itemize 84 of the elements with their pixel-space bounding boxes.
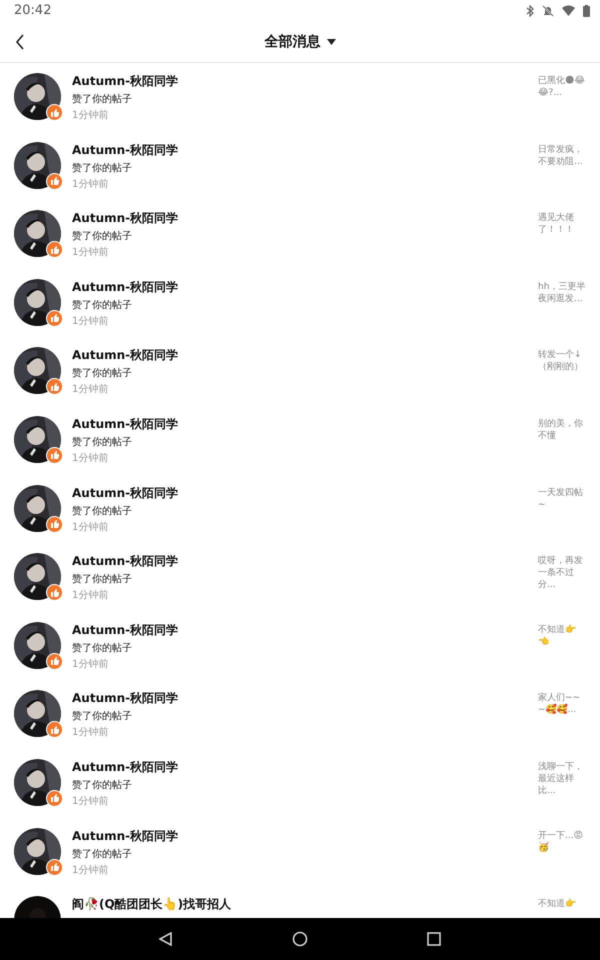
- action-text: 赞了你的帖子: [72, 92, 133, 106]
- thumbs-up-icon: [50, 794, 58, 802]
- time-text: 1分钟前: [72, 108, 110, 122]
- user-name: Autumn-秋陌同学: [72, 347, 180, 364]
- action-text: 赞了你的帖子: [72, 710, 133, 724]
- action-text: 赞了你的帖子: [72, 848, 133, 861]
- message-row[interactable]: Autumn-秋陌同学 赞了你的帖子 1分钟前 家人们~~~🥰🥰...: [0, 680, 600, 749]
- message-row[interactable]: Autumn-秋陌同学 赞了你的帖子 1分钟前 不知道👉👈: [0, 612, 600, 680]
- action-text: 赞了你的帖子: [72, 642, 133, 655]
- action-text: 赞了你的帖子: [72, 298, 133, 312]
- thumbs-up-icon: [50, 177, 58, 186]
- time-text: 1分钟前: [72, 588, 110, 602]
- action-text: 赞了你的帖子: [72, 230, 133, 244]
- post-preview: 不知道👉: [538, 898, 577, 912]
- action-text: 赞了你的帖子: [72, 436, 133, 449]
- post-preview: 一天发四帖~: [538, 486, 584, 512]
- user-name: Autumn-秋陌同学: [72, 278, 180, 296]
- caret-icon: [326, 38, 336, 44]
- post-preview: 不知道👉👈: [538, 624, 577, 649]
- message-row[interactable]: Autumn-秋陌同学 赞了你的帖子 1分钟前 别的美，你不懂: [0, 406, 600, 475]
- message-row[interactable]: Autumn-秋陌同学 赞了你的帖子 1分钟前 哎呀，再发一条不过分...: [0, 543, 600, 612]
- thumbs-up-icon: [50, 451, 58, 460]
- thumbs-up-icon: [50, 382, 58, 391]
- time-text: 1分钟前: [72, 382, 110, 396]
- user-name: Autumn-秋陌同学: [72, 553, 180, 570]
- post-preview: 日常发疯，不要劝阻...: [538, 144, 584, 169]
- thumbs-up-icon: [50, 520, 58, 528]
- thumbs-up-icon: [50, 108, 58, 116]
- message-row[interactable]: Autumn-秋陌同学 赞了你的帖子 1分钟前 一天发四帖~: [0, 474, 600, 544]
- message-row[interactable]: Autumn-秋陌同学 赞了你的帖子 1分钟前 遇见大佬了！！！: [0, 200, 600, 269]
- user-name: Autumn-秋陌同学: [72, 828, 180, 845]
- action-text: 赞了你的帖子: [72, 778, 133, 792]
- user-name: Autumn-秋陌同学: [72, 622, 180, 639]
- user-name: Autumn-秋陌同学: [72, 690, 180, 708]
- post-preview: hh，三更半夜闲逛发...: [538, 280, 586, 306]
- action-text: 赞了你的帖子: [72, 504, 133, 518]
- recents-button[interactable]: [426, 932, 441, 946]
- battery-icon: [583, 4, 590, 16]
- wifi-icon: [562, 5, 575, 16]
- message-row[interactable]: Autumn-秋陌同学 赞了你的帖子 1分钟前 已黑化🌑😂😂?...: [0, 63, 600, 132]
- post-preview: 已黑化🌑😂😂?...: [538, 75, 586, 100]
- thumbs-up-icon: [50, 246, 58, 254]
- user-name: Autumn-秋陌同学: [72, 210, 180, 228]
- post-preview: 开一下...😡🥳: [538, 830, 584, 855]
- time-text: 1分钟前: [72, 658, 110, 671]
- post-preview: 家人们~~~🥰🥰...: [538, 692, 582, 718]
- thumbs-up-icon: [50, 657, 58, 666]
- action-text: 赞了你的帖子: [72, 162, 133, 175]
- time-text: 1分钟前: [72, 452, 110, 465]
- bluetooth-icon: [526, 4, 534, 16]
- time-text: 1分钟前: [72, 794, 110, 808]
- home-button[interactable]: [292, 931, 308, 947]
- post-preview: 转发一个↓（刚刚的）: [538, 349, 584, 374]
- post-preview: 浅聊一下，最近这样比...: [538, 760, 584, 798]
- thumbs-up-icon: [50, 726, 58, 734]
- time-text: 1分钟前: [72, 178, 110, 191]
- action-text: 赞了你的帖子: [72, 366, 133, 380]
- action-text: 赞了你的帖子: [72, 572, 133, 586]
- bell-muted-icon: [542, 4, 554, 16]
- title-dropdown[interactable]: 全部消息: [264, 32, 336, 50]
- back-nav-button[interactable]: [159, 932, 174, 946]
- post-preview: 别的美，你不懂: [538, 418, 584, 443]
- message-row[interactable]: Autumn-秋陌同学 赞了你的帖子 1分钟前 hh，三更半夜闲逛发...: [0, 268, 600, 338]
- message-row[interactable]: Autumn-秋陌同学 赞了你的帖子 1分钟前 日常发疯，不要劝阻...: [0, 132, 600, 200]
- post-preview: 哎呀，再发一条不过分...: [538, 555, 584, 592]
- time-text: 1分钟前: [72, 246, 110, 260]
- message-row[interactable]: Autumn-秋陌同学 赞了你的帖子 1分钟前 转发一个↓（刚刚的）: [0, 337, 600, 406]
- thumbs-up-icon: [50, 863, 58, 872]
- clock-time: 20:42: [14, 3, 52, 18]
- time-text: 1分钟前: [72, 726, 110, 740]
- user-name: Autumn-秋陌同学: [72, 758, 180, 776]
- thumbs-up-icon: [50, 588, 58, 597]
- time-text: 1分钟前: [72, 864, 110, 877]
- message-row[interactable]: Autumn-秋陌同学 赞了你的帖子 1分钟前 开一下...😡🥳: [0, 818, 600, 886]
- user-name: Autumn-秋陌同学: [72, 484, 180, 502]
- time-text: 1分钟前: [72, 520, 110, 534]
- user-name: 阎🥀(Q酷团团长👆)找哥招人: [72, 896, 232, 914]
- user-name: Autumn-秋陌同学: [72, 73, 180, 90]
- user-name: Autumn-秋陌同学: [72, 142, 180, 159]
- time-text: 1分钟前: [72, 314, 110, 328]
- thumbs-up-icon: [50, 314, 58, 322]
- post-preview: 遇见大佬了！！！: [538, 212, 575, 238]
- message-row[interactable]: Autumn-秋陌同学 赞了你的帖子 1分钟前 浅聊一下，最近这样比...: [0, 748, 600, 818]
- user-name: Autumn-秋陌同学: [72, 416, 180, 433]
